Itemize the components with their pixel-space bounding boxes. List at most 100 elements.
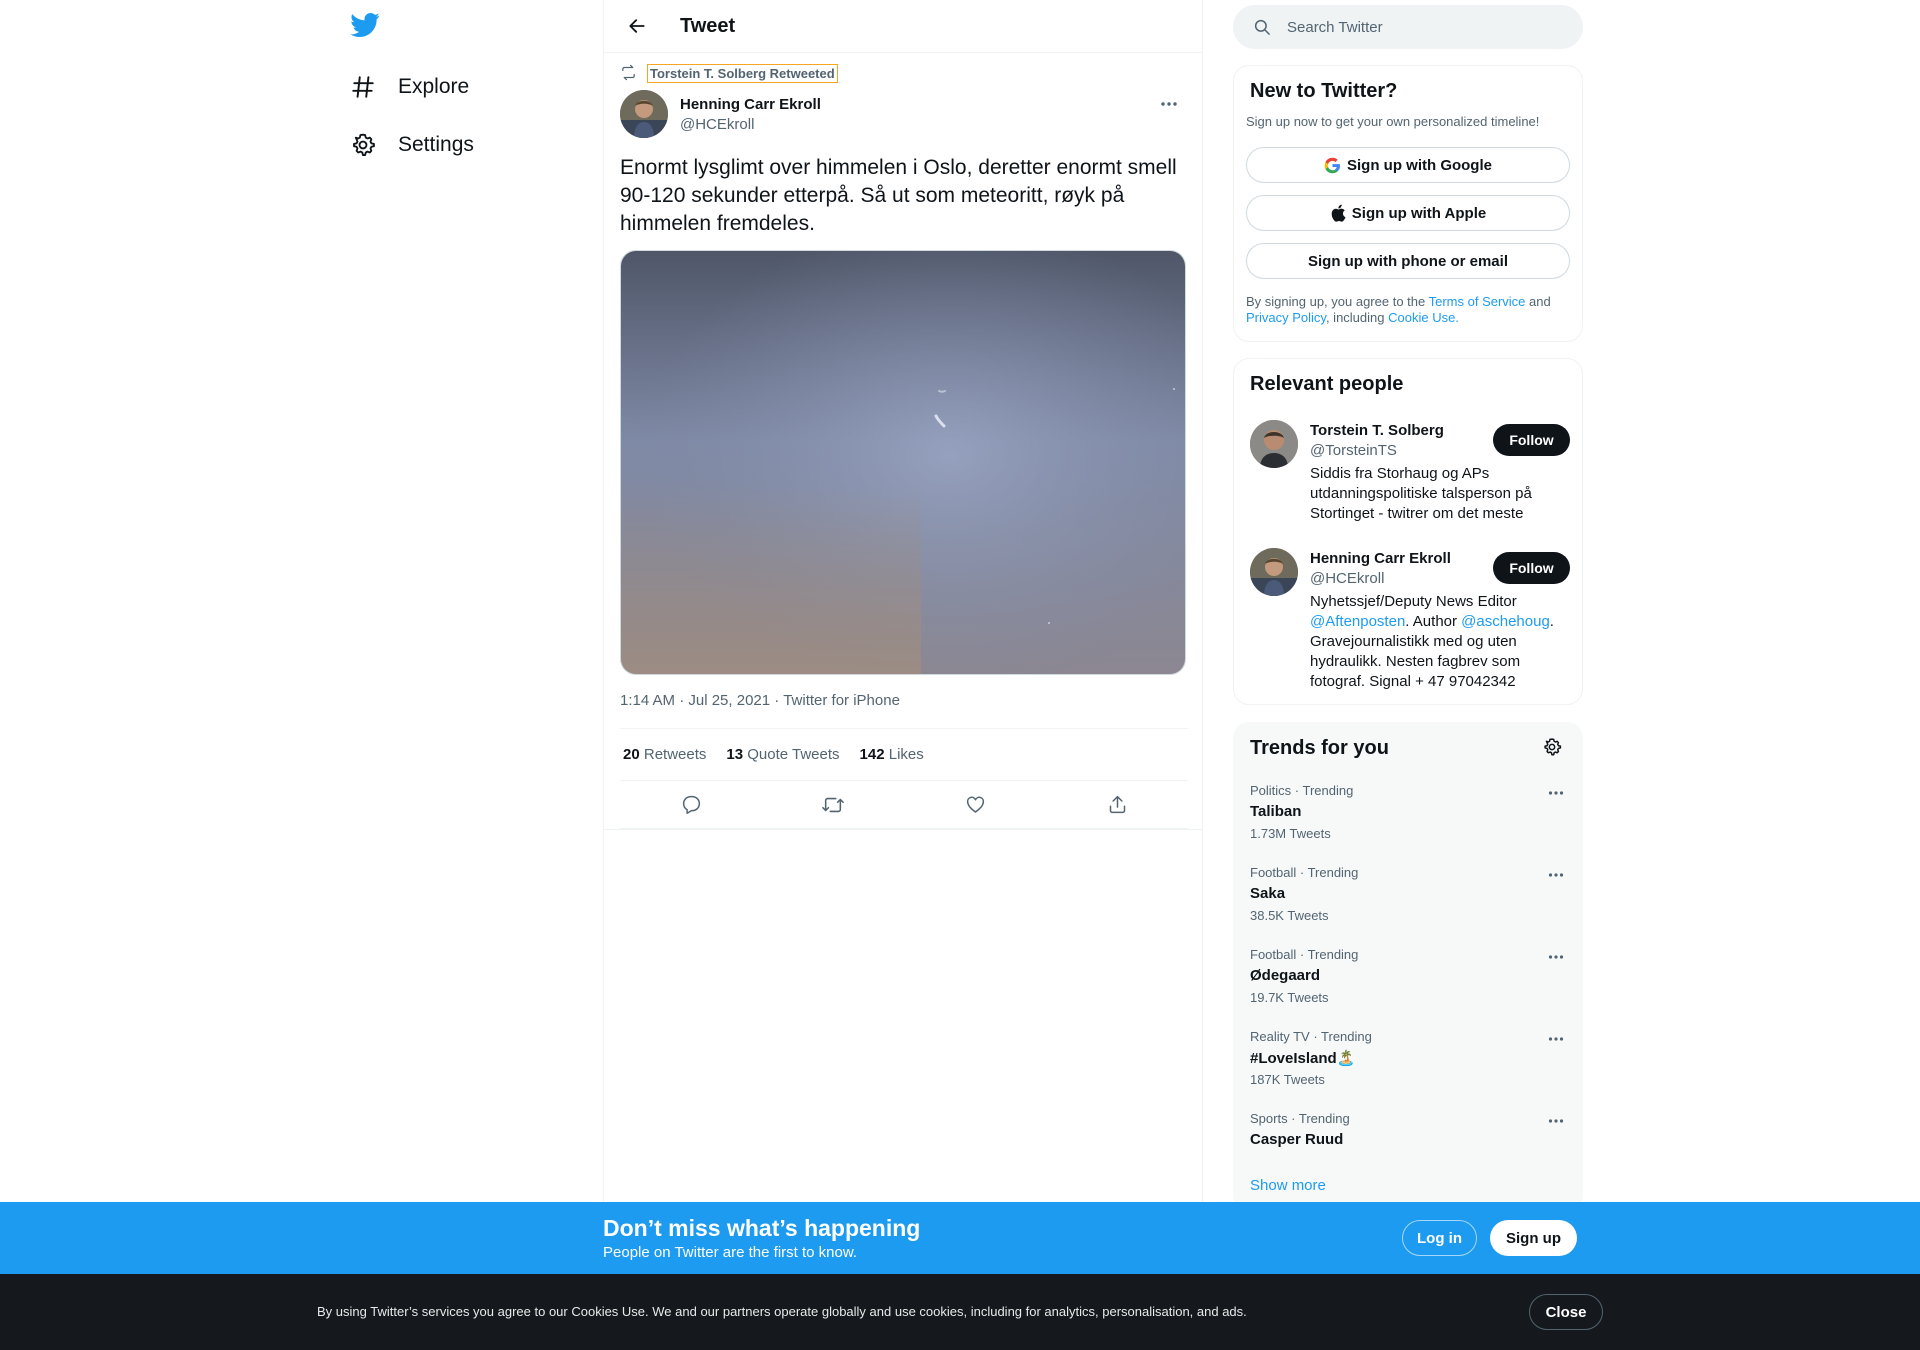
search-box[interactable] xyxy=(1233,5,1583,49)
quote-tweets-count: 13 xyxy=(726,746,744,763)
tweet-more-button[interactable] xyxy=(1154,92,1184,116)
gear-icon[interactable] xyxy=(1542,737,1566,761)
trend-name: Ødegaard xyxy=(1250,967,1321,984)
new-to-twitter-card: New to Twitter? Sign up now to get your … xyxy=(1233,65,1583,342)
aschehoug-link[interactable]: @aschehoug xyxy=(1461,613,1550,630)
terms-of-service-link[interactable]: Terms of Service xyxy=(1429,294,1526,309)
more-horizontal-icon xyxy=(1548,872,1564,878)
trend-category: Politics · Trending xyxy=(1250,783,1354,798)
column-header: Tweet xyxy=(604,0,1202,53)
retweet-button[interactable] xyxy=(815,787,851,823)
cookie-banner: By using Twitter’s services you agree to… xyxy=(0,1274,1920,1350)
trend-name: #LoveIsland🏝️ xyxy=(1250,1050,1356,1067)
trend-category: Football · Trending xyxy=(1250,865,1359,880)
author-name: Henning Carr Ekroll xyxy=(680,95,821,113)
signup-google-button[interactable]: Sign up with Google xyxy=(1246,147,1570,183)
signup-apple-button[interactable]: Sign up with Apple xyxy=(1246,195,1570,231)
login-prompt-title: Don’t miss what’s happening xyxy=(603,1215,921,1241)
trend-name: Casper Ruud xyxy=(1250,1131,1344,1148)
share-button[interactable] xyxy=(1099,787,1135,823)
person-name: Torstein T. Solberg xyxy=(1310,422,1444,439)
retweet-icon xyxy=(822,794,844,816)
login-prompt-bar: Don’t miss what’s happening People on Tw… xyxy=(0,1202,1920,1274)
quote-tweets-stat[interactable]: 13 Quote Tweets xyxy=(726,746,839,763)
person-handle: @TorsteinTS xyxy=(1310,442,1397,459)
share-icon xyxy=(1107,794,1128,815)
trend-item[interactable]: Reality TV · Trending #LoveIsland🏝️ 187K… xyxy=(1234,1021,1584,1103)
google-icon xyxy=(1324,157,1341,174)
retweets-label: Retweets xyxy=(643,746,707,763)
signup-apple-label: Sign up with Apple xyxy=(1351,204,1487,222)
like-button[interactable] xyxy=(957,787,993,823)
trend-item[interactable]: Politics · Trending Taliban 1.73M Tweets xyxy=(1234,775,1584,857)
trend-item[interactable]: Sports · Trending Casper Ruud xyxy=(1234,1103,1584,1185)
login-button[interactable]: Log in xyxy=(1402,1220,1477,1256)
more-horizontal-icon xyxy=(1548,790,1564,796)
nav-explore[interactable]: Explore xyxy=(350,63,469,111)
meta-separator: · xyxy=(774,692,784,709)
trend-item[interactable]: Football · Trending Ødegaard 19.7K Tweet… xyxy=(1234,939,1584,1021)
search-input[interactable] xyxy=(1287,18,1547,36)
gear-icon xyxy=(350,132,376,158)
avatar[interactable] xyxy=(1250,548,1298,596)
person-item[interactable]: Torstein T. Solberg @TorsteinTS Follow S… xyxy=(1250,420,1570,530)
trend-count: 19.7K Tweets xyxy=(1250,990,1329,1005)
avatar[interactable] xyxy=(620,90,668,138)
trend-count: 187K Tweets xyxy=(1250,1072,1325,1087)
trends-card: Trends for you Politics · Trending Talib… xyxy=(1233,722,1583,1212)
search-icon xyxy=(1253,18,1271,36)
nav-settings-label: Settings xyxy=(398,133,474,156)
reply-button[interactable] xyxy=(673,787,709,823)
relevant-people-card: Relevant people Torstein T. Solberg @Tor… xyxy=(1233,358,1583,705)
aftenposten-link[interactable]: @Aftenposten xyxy=(1310,613,1405,630)
relevant-people-title: Relevant people xyxy=(1250,373,1404,395)
nav-settings[interactable]: Settings xyxy=(350,121,474,169)
arrow-left-icon xyxy=(627,16,647,36)
nav-explore-label: Explore xyxy=(398,75,470,98)
trend-more-button[interactable] xyxy=(1544,947,1568,967)
back-button[interactable] xyxy=(620,9,654,43)
person-bio: Nyhetssjef/Deputy News Editor @Aftenpost… xyxy=(1310,592,1565,692)
trend-more-button[interactable] xyxy=(1544,865,1568,885)
follow-button[interactable]: Follow xyxy=(1493,552,1570,584)
follow-button[interactable]: Follow xyxy=(1493,424,1570,456)
new-to-twitter-title: New to Twitter? xyxy=(1250,80,1398,102)
trend-category: Football · Trending xyxy=(1250,947,1359,962)
cookie-use-link[interactable]: Cookie Use. xyxy=(1388,310,1459,325)
reply-icon xyxy=(681,794,702,815)
page-title: Tweet xyxy=(680,14,736,37)
tweet-author[interactable]: Henning Carr Ekroll @HCEkroll xyxy=(620,90,821,138)
bio-text-2: . Author xyxy=(1405,613,1462,630)
author-handle: @HCEkroll xyxy=(680,115,755,133)
trend-name: Taliban xyxy=(1250,803,1302,820)
tweet-stats: 20 Retweets 13 Quote Tweets 142 Likes xyxy=(620,728,1188,781)
tweet-photo[interactable] xyxy=(620,250,1186,675)
show-more-link[interactable]: Show more xyxy=(1250,1177,1326,1194)
retweeted-by-link[interactable]: Torstein T. Solberg Retweeted xyxy=(647,63,838,83)
tweet-source[interactable]: Twitter for iPhone xyxy=(783,692,900,709)
new-to-twitter-subtitle: Sign up now to get your own personalized… xyxy=(1246,114,1540,129)
likes-label: Likes xyxy=(888,746,924,763)
person-bio: Siddis fra Storhaug og APs utdanningspol… xyxy=(1310,465,1532,522)
trend-item[interactable]: Football · Trending Saka 38.5K Tweets xyxy=(1234,857,1584,939)
signup-phone-email-button[interactable]: Sign up with phone or email xyxy=(1246,243,1570,279)
legal-text-1: By signing up, you agree to the xyxy=(1246,294,1429,309)
trend-more-button[interactable] xyxy=(1544,1029,1568,1049)
avatar[interactable] xyxy=(1250,420,1298,468)
apple-icon xyxy=(1330,204,1346,222)
likes-stat[interactable]: 142 Likes xyxy=(860,746,924,763)
quote-tweets-label: Quote Tweets xyxy=(747,746,840,763)
signup-button[interactable]: Sign up xyxy=(1490,1220,1577,1256)
person-name: Henning Carr Ekroll xyxy=(1310,550,1451,567)
trend-more-button[interactable] xyxy=(1544,1111,1568,1131)
retweets-stat[interactable]: 20 Retweets xyxy=(623,746,706,763)
retweet-icon xyxy=(620,64,638,82)
privacy-policy-link[interactable]: Privacy Policy xyxy=(1246,310,1326,325)
cookie-close-button[interactable]: Close xyxy=(1529,1294,1603,1330)
tweet-timestamp[interactable]: 1:14 AM · Jul 25, 2021 xyxy=(620,692,770,709)
tweet-metadata: 1:14 AM · Jul 25, 2021 · Twitter for iPh… xyxy=(620,692,900,709)
person-item[interactable]: Henning Carr Ekroll @HCEkroll Follow Nyh… xyxy=(1250,548,1570,698)
more-horizontal-icon xyxy=(1548,1036,1564,1042)
trend-more-button[interactable] xyxy=(1544,783,1568,803)
twitter-bird-icon[interactable] xyxy=(350,10,384,44)
